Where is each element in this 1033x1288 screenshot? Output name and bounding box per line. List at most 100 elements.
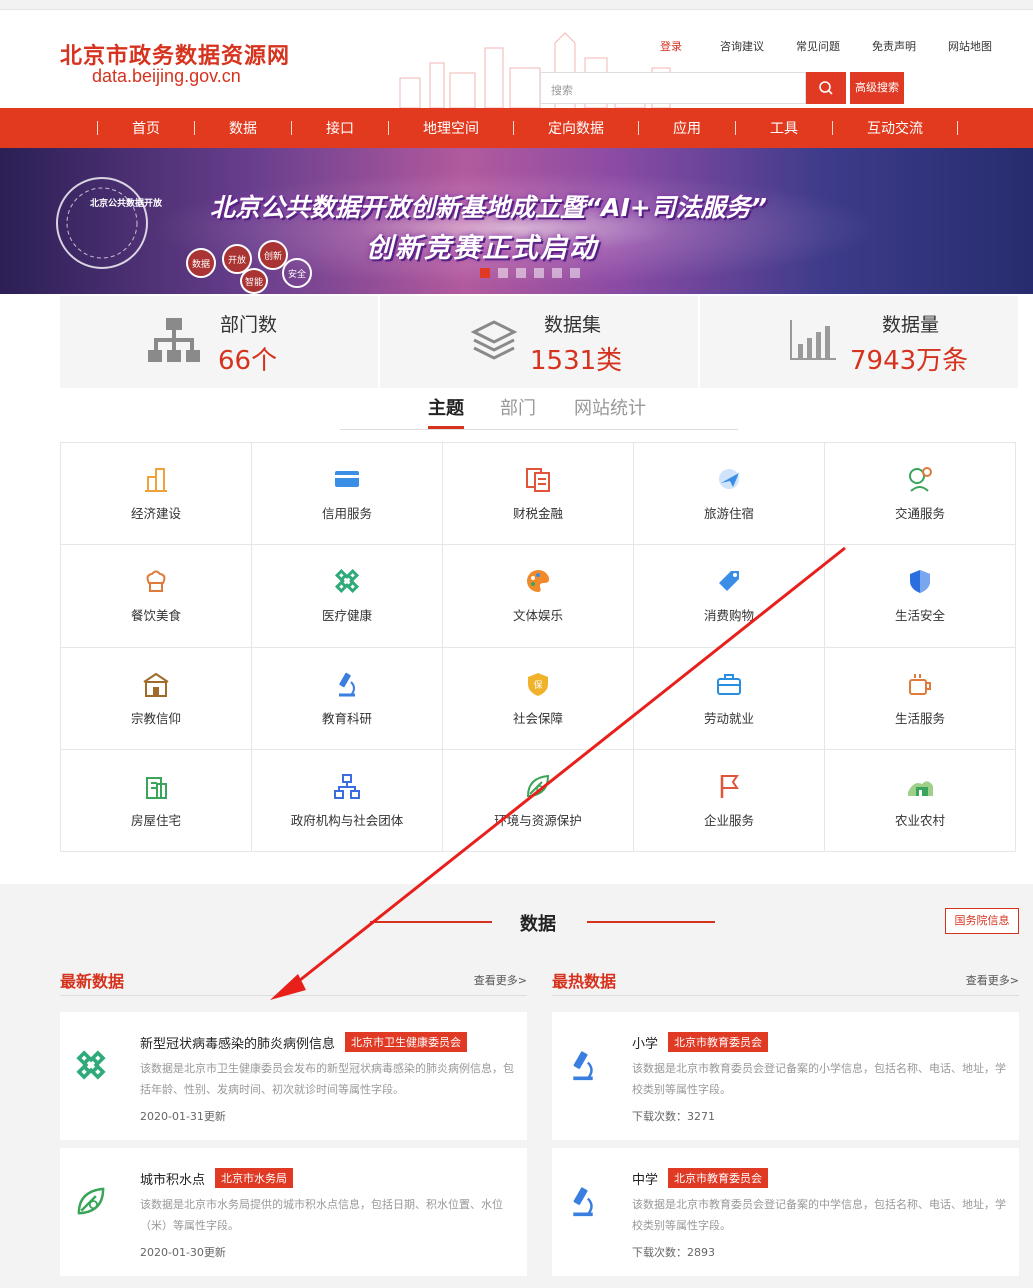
carousel-dot[interactable] (516, 268, 526, 278)
topic-label: 房屋住宅 (130, 812, 181, 828)
data-card-title[interactable]: 城市积水点 (140, 1169, 205, 1188)
carousel-dot[interactable] (552, 268, 562, 278)
topic-cell[interactable]: 劳动就业 (634, 647, 825, 750)
nav-tools[interactable]: 工具 (736, 118, 832, 138)
topic-cell[interactable]: 宗教信仰 (61, 647, 252, 750)
cup-icon (909, 673, 931, 695)
main-nav: 首页 数据 接口 地理空间 定向数据 应用 工具 互动交流 (0, 108, 1033, 148)
nav-apps[interactable]: 应用 (639, 118, 735, 138)
topic-cell[interactable]: 医疗健康 (252, 545, 443, 648)
data-card[interactable]: 新型冠状病毒感染的肺炎病例信息 北京市卫生健康委员会 该数据是北京市卫生健康委员… (60, 1012, 527, 1140)
search-input[interactable]: 搜索 (540, 72, 806, 104)
topic-icon-wrap (715, 465, 743, 493)
temple-icon (143, 672, 169, 697)
topic-label: 文体娱乐 (512, 608, 563, 624)
tab-theme[interactable]: 主题 (428, 394, 464, 429)
microscope-icon (573, 1051, 593, 1081)
data-card[interactable]: 中学 北京市教育委员会 该数据是北京市教育委员会登记备案的中学信息，包括名称、电… (552, 1148, 1019, 1276)
topic-cell[interactable]: 农业农村 (825, 749, 1016, 852)
topic-icon-wrap (524, 772, 552, 800)
nav-directed-data[interactable]: 定向数据 (514, 118, 638, 138)
topic-label: 交通服务 (894, 506, 945, 522)
data-card-meta: 2020-01-31更新 (140, 1110, 226, 1123)
department-tag[interactable]: 北京市教育委员会 (668, 1168, 769, 1188)
hottest-data-heading: 最热数据 (552, 972, 617, 991)
topic-cell[interactable]: 生活服务 (825, 647, 1016, 750)
search-icon (819, 81, 833, 95)
stat-value: 66个 (218, 346, 278, 376)
data-card-title[interactable]: 小学 (632, 1033, 658, 1052)
topic-cell[interactable]: 交通服务 (825, 443, 1016, 546)
topic-cell[interactable]: 财税金融 (443, 443, 634, 546)
nav-data[interactable]: 数据 (195, 118, 291, 138)
nav-geo[interactable]: 地理空间 (389, 118, 513, 138)
topic-cell[interactable]: 文体娱乐 (443, 545, 634, 648)
tab-site-stats[interactable]: 网站统计 (574, 394, 646, 420)
nav-home[interactable]: 首页 (98, 118, 194, 138)
topic-cell[interactable]: 消费购物 (634, 545, 825, 648)
carousel-dot[interactable] (498, 268, 508, 278)
latest-more-link[interactable]: 查看更多> (474, 972, 527, 988)
topic-icon-wrap (715, 772, 743, 800)
latest-data-header: 最新数据 查看更多> (60, 968, 527, 996)
latest-data-heading: 最新数据 (60, 972, 125, 991)
data-card-description: 该数据是北京市教育委员会登记备案的小学信息，包括名称、电话、地址，学校类别等属性… (632, 1062, 1006, 1096)
faq-link[interactable]: 常见问题 (796, 38, 840, 54)
nav-api[interactable]: 接口 (292, 118, 388, 138)
tab-department[interactable]: 部门 (500, 394, 536, 420)
department-tag[interactable]: 北京市教育委员会 (668, 1032, 769, 1052)
login-link[interactable]: 登录 (660, 38, 682, 54)
sitemap-link[interactable]: 网站地图 (948, 38, 992, 54)
org-chart-icon (148, 318, 200, 362)
hottest-data-header: 最热数据 查看更多> (552, 968, 1019, 996)
topic-cell[interactable]: 环境与资源保护 (443, 749, 634, 852)
data-card[interactable]: 小学 北京市教育委员会 该数据是北京市教育委员会登记备案的小学信息，包括名称、电… (552, 1012, 1019, 1140)
site-domain[interactable]: data.beijing.gov.cn (92, 66, 241, 87)
badge-icon: 保 (528, 672, 548, 696)
topic-cell[interactable]: 餐饮美食 (61, 545, 252, 648)
data-card-meta: 下载次数：2893 (632, 1246, 715, 1259)
header: 北京市政务数据资源网 data.beijing.gov.cn 登录 咨询建议 常… (0, 10, 1033, 108)
topic-label: 旅游住宿 (703, 506, 754, 522)
topic-cell[interactable]: 信用服务 (252, 443, 443, 546)
topic-label: 消费购物 (703, 608, 754, 624)
briefcase-icon (717, 673, 741, 695)
topic-cell[interactable]: 企业服务 (634, 749, 825, 852)
plane-icon (719, 469, 739, 490)
banner-carousel[interactable]: 北京公共数据开放 数据 开放 创新 智能 安全 北京公共数据开放创新基地成立暨“… (0, 148, 1033, 294)
topic-icon-wrap (906, 772, 934, 800)
data-card-icon (74, 1048, 108, 1082)
topic-label: 餐饮美食 (130, 608, 181, 624)
hottest-more-link[interactable]: 查看更多> (966, 972, 1019, 988)
farm-icon (908, 781, 933, 796)
stats-bar: 部门数 66个 数据集 1531类 数据量 7943万条 (60, 296, 1018, 388)
gov-info-button[interactable]: 国务院信息 (945, 908, 1019, 934)
topic-cell[interactable]: 政府机构与社会团体 (252, 749, 443, 852)
department-tag[interactable]: 北京市卫生健康委员会 (345, 1032, 468, 1052)
topic-cell[interactable]: 生活安全 (825, 545, 1016, 648)
consult-link[interactable]: 咨询建议 (720, 38, 764, 54)
data-card-title[interactable]: 新型冠状病毒感染的肺炎病例信息 (140, 1033, 335, 1052)
stat-departments: 部门数 66个 (60, 296, 380, 388)
topic-label: 经济建设 (130, 506, 181, 522)
disclaimer-link[interactable]: 免责声明 (872, 38, 916, 54)
topic-cell[interactable]: 保 社会保障 (443, 647, 634, 750)
nav-interaction[interactable]: 互动交流 (833, 118, 957, 138)
topic-label: 宗教信仰 (130, 710, 181, 726)
topic-cell[interactable]: 旅游住宿 (634, 443, 825, 546)
carousel-dot[interactable] (534, 268, 544, 278)
topic-cell[interactable]: 教育科研 (252, 647, 443, 750)
department-tag[interactable]: 北京市水务局 (215, 1168, 294, 1188)
search-button[interactable] (806, 72, 846, 104)
topic-icon-wrap (333, 772, 361, 800)
topic-label: 社会保障 (512, 710, 563, 726)
data-card[interactable]: 城市积水点 北京市水务局 该数据是北京市水务局提供的城市积水点信息，包括日期、积… (60, 1148, 527, 1276)
topic-icon-wrap (142, 772, 170, 800)
topic-cell[interactable]: 经济建设 (61, 443, 252, 546)
topic-cell[interactable]: 房屋住宅 (61, 749, 252, 852)
data-card-title[interactable]: 中学 (632, 1169, 658, 1188)
advanced-search-button[interactable]: 高级搜索 (850, 72, 904, 104)
carousel-dot[interactable] (480, 268, 490, 278)
nav-divider (513, 121, 514, 135)
carousel-dot[interactable] (570, 268, 580, 278)
